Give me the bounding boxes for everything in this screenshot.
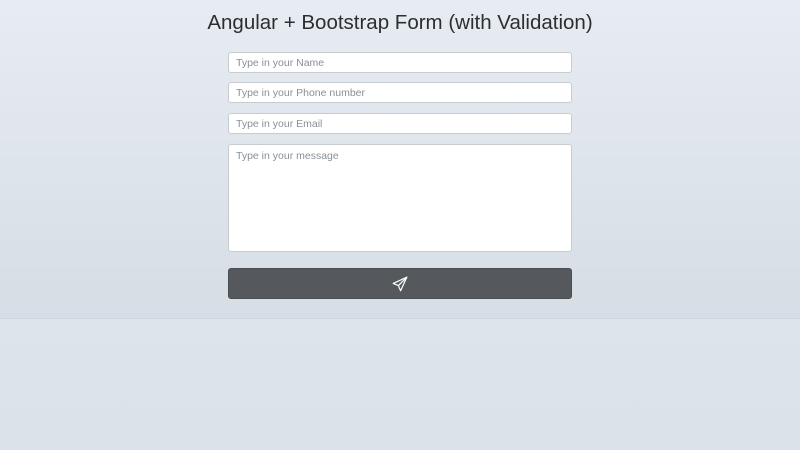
message-field[interactable] — [228, 144, 572, 252]
email-field[interactable] — [228, 113, 572, 134]
paper-plane-icon — [392, 276, 408, 291]
page-title: Angular + Bootstrap Form (with Validatio… — [207, 11, 593, 34]
submit-button[interactable] — [228, 268, 572, 299]
phone-field[interactable] — [228, 82, 572, 103]
name-field[interactable] — [228, 52, 572, 73]
